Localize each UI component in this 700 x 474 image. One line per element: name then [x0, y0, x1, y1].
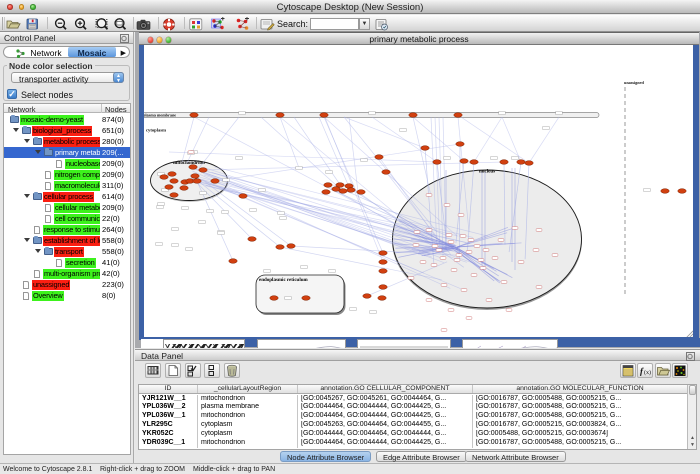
svg-text:unassigned: unassigned [624, 80, 644, 85]
svg-text:plasma membrane: plasma membrane [144, 113, 176, 118]
svg-text:endoplasmic reticulum: endoplasmic reticulum [259, 277, 308, 283]
svg-text:mitochondrion: mitochondrion [173, 160, 205, 166]
svg-text:(x): (x) [644, 369, 651, 376]
svg-text:cytoplasm: cytoplasm [146, 128, 166, 133]
svg-text:nucleus: nucleus [479, 169, 495, 175]
